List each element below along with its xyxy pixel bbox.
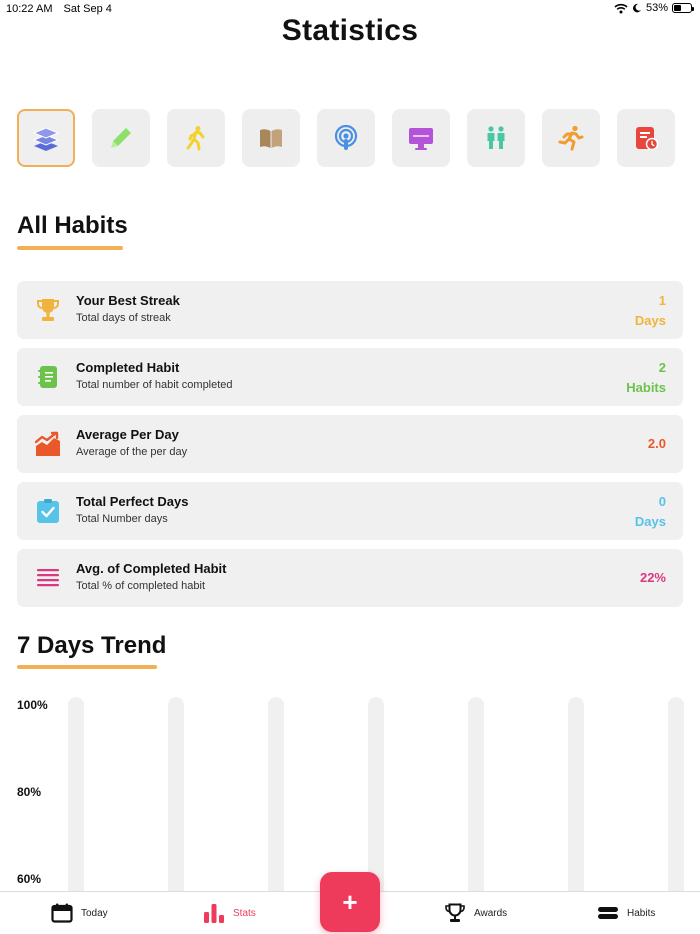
card-value: 0: [658, 494, 666, 509]
moon-icon: [633, 3, 641, 13]
wifi-icon: [614, 3, 628, 13]
stat-card-perfect-days: Total Perfect Days Total Number days 0 D…: [17, 482, 683, 540]
battery-percent: 53%: [645, 2, 668, 14]
card-title: Avg. of Completed Habit: [76, 561, 227, 576]
tab-habits[interactable]: Habits: [597, 903, 655, 923]
card-value: 1: [658, 293, 666, 308]
card-title: Your Best Streak: [76, 293, 180, 308]
card-title: Total Perfect Days: [76, 494, 189, 509]
clipboard-check-icon: [37, 499, 59, 523]
category-all[interactable]: [17, 109, 75, 167]
bar-track: [68, 697, 84, 892]
bar-track: [468, 697, 484, 892]
card-title: Average Per Day: [76, 427, 179, 442]
card-value: 2: [658, 360, 666, 375]
monitor-icon: [409, 128, 433, 150]
card-unit: Days: [634, 514, 666, 529]
walking-icon: [186, 126, 205, 151]
card-unit: Days: [634, 313, 666, 328]
category-tasks[interactable]: [617, 109, 675, 167]
all-habits-underline: [17, 246, 123, 250]
category-social[interactable]: [467, 109, 525, 167]
stat-card-best-streak: Your Best Streak Total days of streak 1 …: [17, 281, 683, 339]
layers-icon: [32, 127, 60, 151]
category-reading[interactable]: [242, 109, 300, 167]
trophy-outline-icon: [445, 903, 465, 922]
battery-icon: [672, 3, 694, 13]
notebook-icon: [38, 366, 57, 388]
card-subtitle: Total % of completed habit: [76, 580, 206, 592]
bar-track: [668, 697, 684, 892]
list-lines-icon: [37, 569, 59, 587]
category-screen[interactable]: [392, 109, 450, 167]
card-value: 22%: [639, 570, 666, 585]
page-title: Statistics: [281, 14, 419, 47]
y-tick-label: 80%: [17, 785, 42, 799]
tab-label: Today: [81, 907, 108, 919]
people-icon: [487, 126, 505, 149]
trophy-icon: [37, 299, 59, 321]
trend-underline: [17, 665, 157, 669]
card-unit: Habits: [626, 380, 666, 395]
all-habits-heading: All Habits: [17, 212, 128, 239]
status-right: 53%: [614, 2, 694, 14]
bar-track: [568, 697, 584, 892]
card-subtitle: Total Number days: [76, 513, 168, 525]
stats-card-list: Your Best Streak Total days of streak 1 …: [17, 281, 683, 616]
category-writing[interactable]: [92, 109, 150, 167]
tab-label: Awards: [474, 907, 508, 919]
tab-awards[interactable]: Awards: [444, 903, 507, 923]
stat-card-avg-completed: Avg. of Completed Habit Total % of compl…: [17, 549, 683, 607]
y-tick-label: 100%: [17, 698, 48, 712]
pencil-icon: [111, 128, 131, 148]
card-subtitle: Average of the per day: [76, 446, 188, 458]
stat-card-average-per-day: Average Per Day Average of the per day 2…: [17, 415, 683, 473]
category-row: [17, 109, 675, 167]
bar-track: [368, 697, 384, 892]
category-walking[interactable]: [167, 109, 225, 167]
running-icon: [558, 125, 584, 151]
clipboard-clock-icon: [636, 127, 659, 151]
y-tick-label: 60%: [17, 872, 42, 886]
add-habit-button[interactable]: +: [320, 872, 380, 932]
category-running[interactable]: [542, 109, 600, 167]
tab-label: Habits: [627, 907, 656, 919]
card-title: Completed Habit: [76, 360, 180, 375]
trend-heading: 7 Days Trend: [17, 632, 167, 659]
book-icon: [260, 129, 282, 148]
card-subtitle: Total number of habit completed: [76, 379, 233, 391]
trend-chart-icon: [34, 431, 60, 456]
calendar-icon: [51, 903, 73, 923]
trend-chart: 100% 80% 60%: [0, 690, 700, 892]
card-subtitle: Total days of streak: [76, 312, 171, 324]
tab-today[interactable]: Today: [51, 903, 108, 923]
stack-bars-icon: [598, 907, 618, 919]
tab-stats[interactable]: Stats: [203, 903, 256, 923]
card-value: 2.0: [647, 436, 666, 451]
tab-label: Stats: [233, 907, 256, 919]
bar-chart-icon: [204, 904, 224, 923]
stat-card-completed-habit: Completed Habit Total number of habit co…: [17, 348, 683, 406]
podcast-icon: [334, 124, 358, 150]
category-podcast[interactable]: [317, 109, 375, 167]
bar-track: [268, 697, 284, 892]
bar-track: [168, 697, 184, 892]
